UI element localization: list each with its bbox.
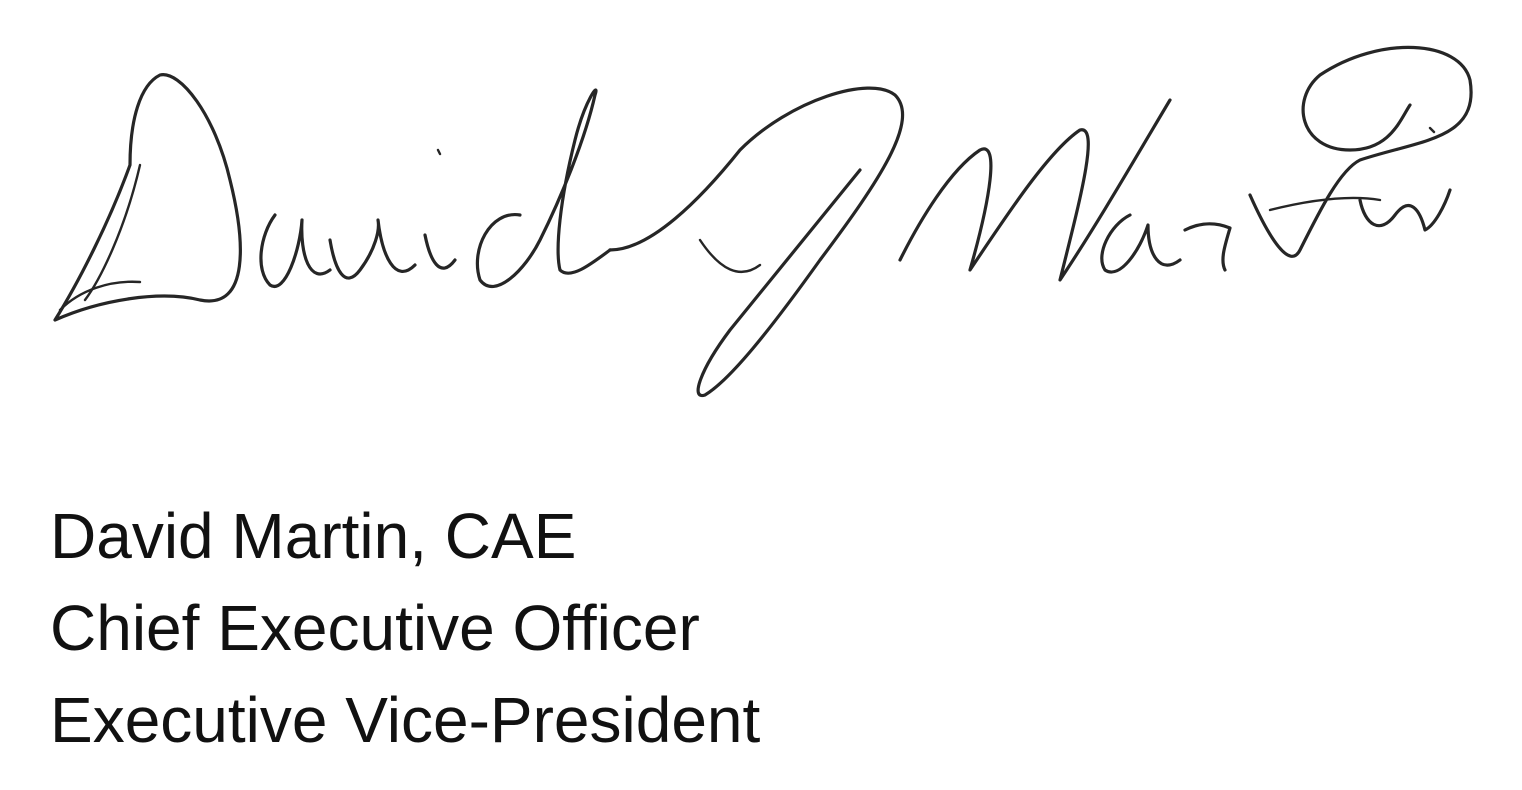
signer-title-1: Chief Executive Officer xyxy=(50,592,700,664)
handwritten-signature xyxy=(53,45,1473,398)
signer-name: David Martin, CAE xyxy=(50,500,577,572)
signer-title-2: Executive Vice-President xyxy=(50,684,761,756)
signature-block: David Martin, CAE Chief Executive Office… xyxy=(50,490,1150,766)
